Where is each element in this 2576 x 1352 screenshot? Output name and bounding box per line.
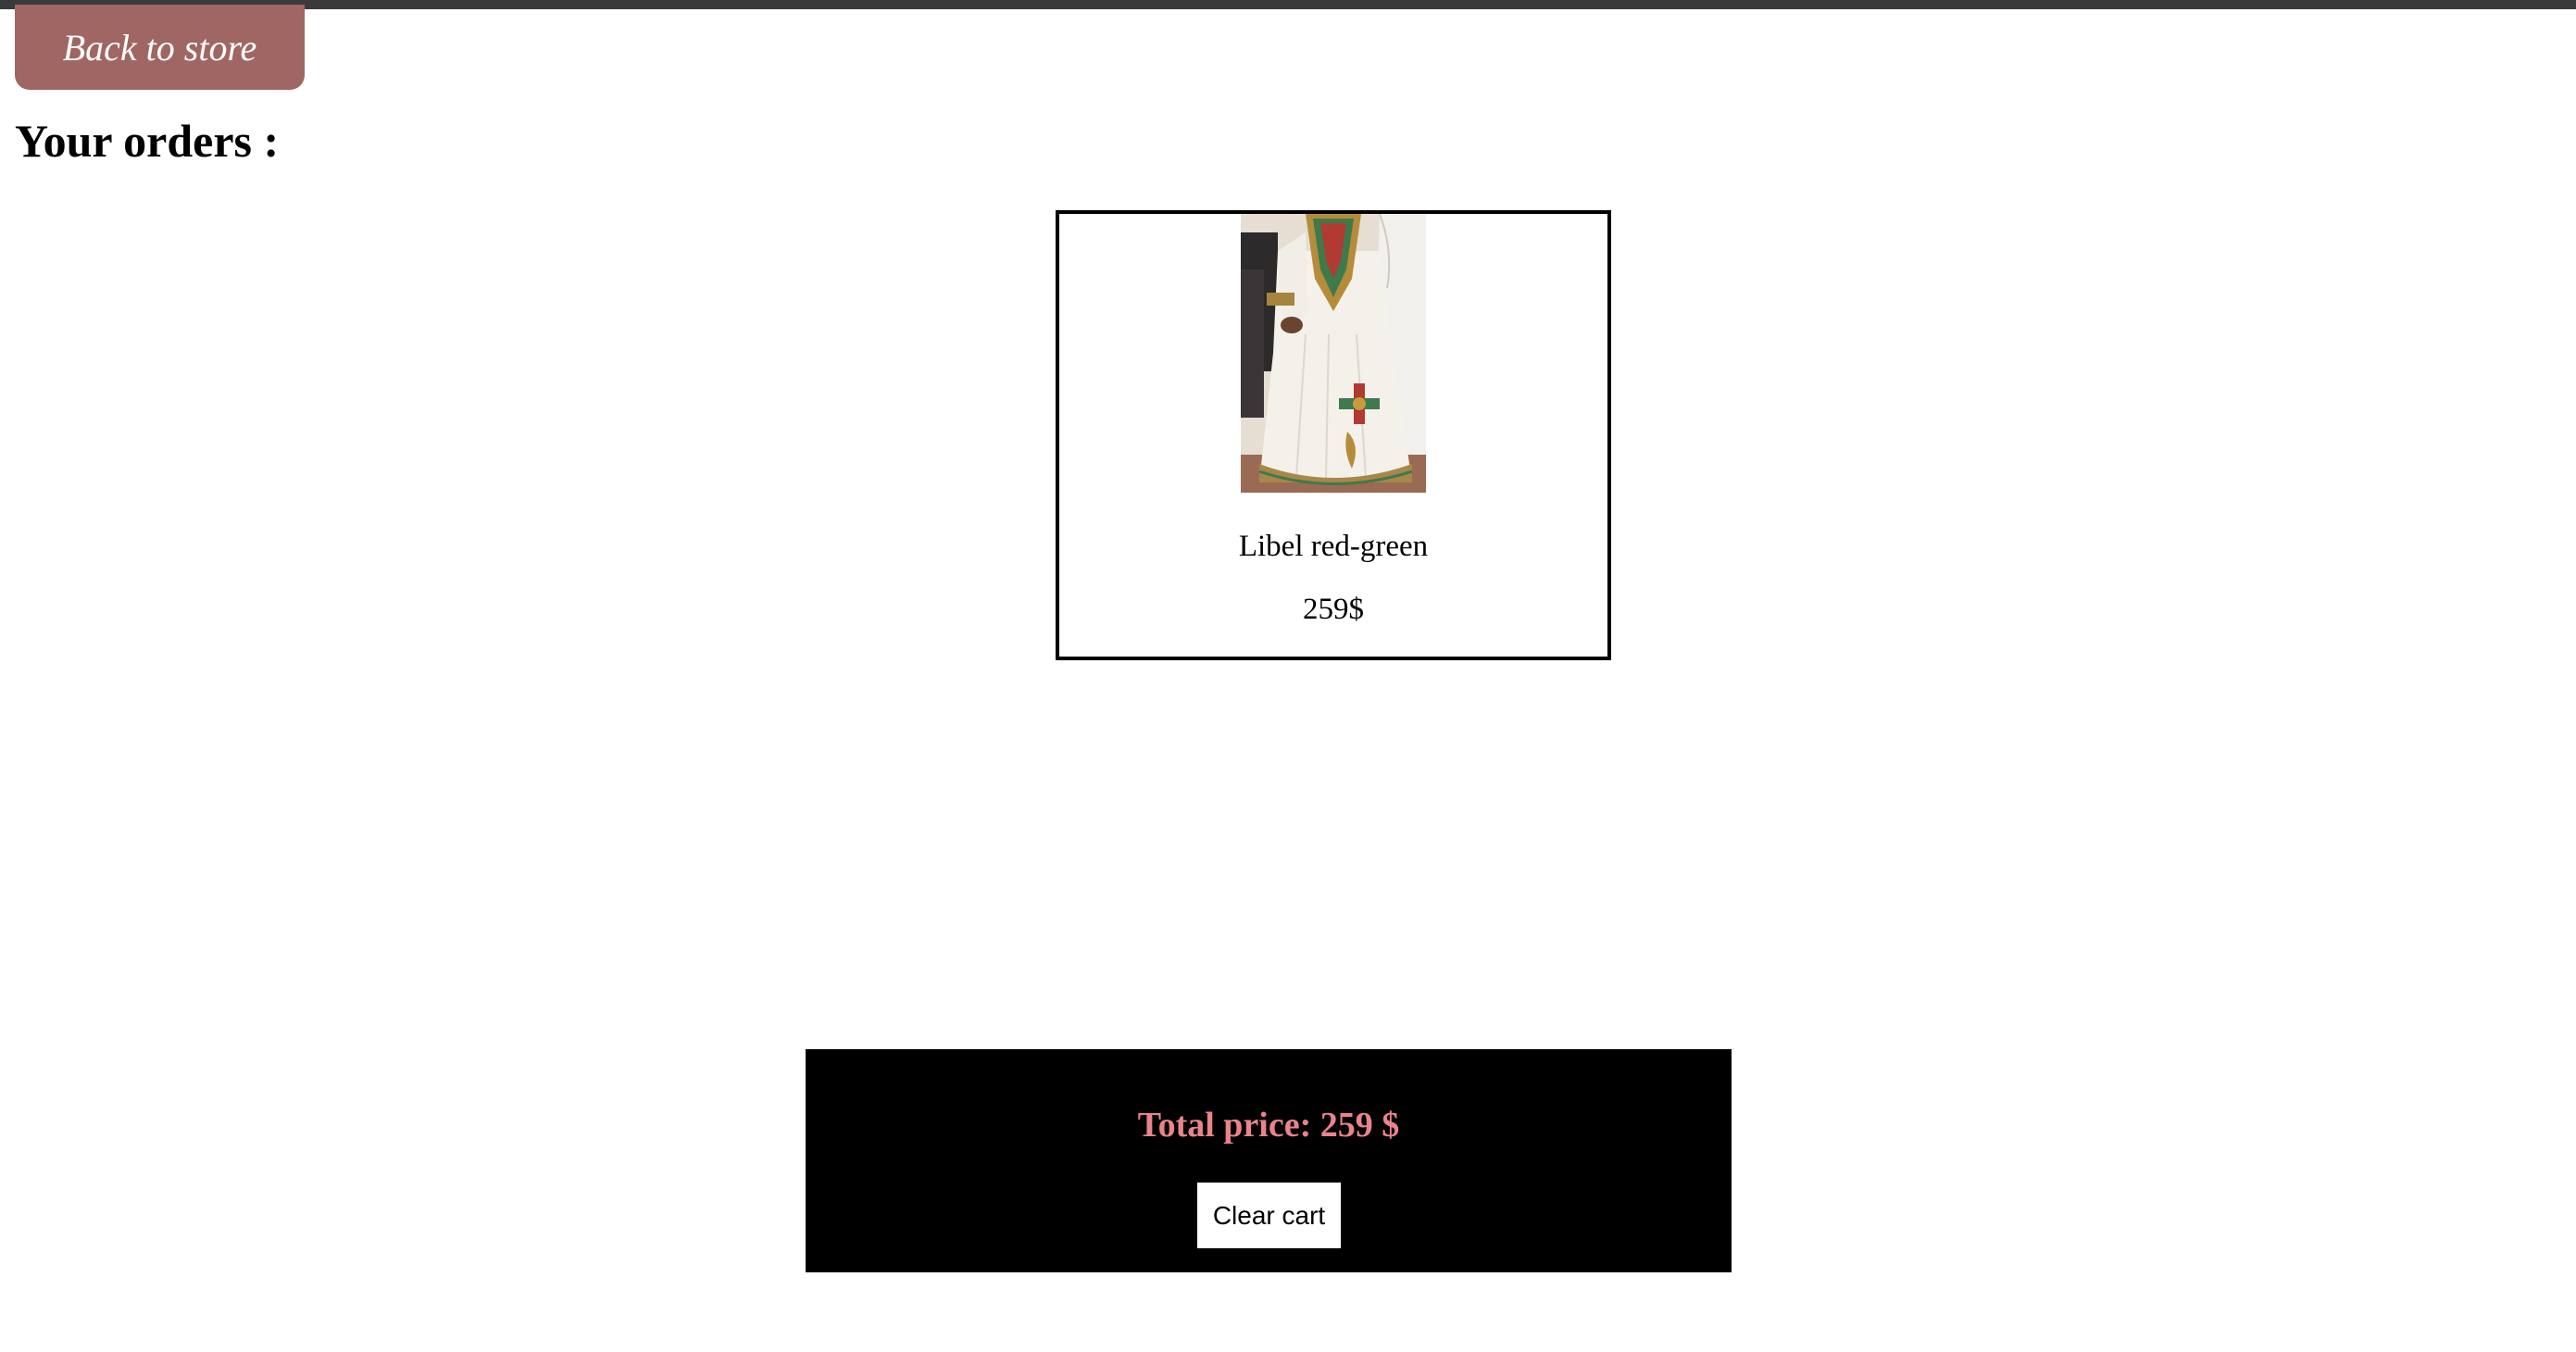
back-to-store-button[interactable]: Back to store <box>15 5 305 90</box>
product-name: Libel red-green <box>1238 530 1429 563</box>
order-summary-panel: Total price: 259 $ Clear cart <box>806 1049 1732 1272</box>
browser-top-bar <box>0 0 2576 9</box>
order-card: Libel red-green 259$ <box>1056 210 1611 660</box>
page-title: Your orders : <box>15 115 280 167</box>
product-price: 259$ <box>1303 593 1364 626</box>
clear-cart-button[interactable]: Clear cart <box>1197 1183 1341 1248</box>
total-price: Total price: 259 $ <box>1137 1106 1400 1145</box>
product-image <box>1241 214 1426 493</box>
